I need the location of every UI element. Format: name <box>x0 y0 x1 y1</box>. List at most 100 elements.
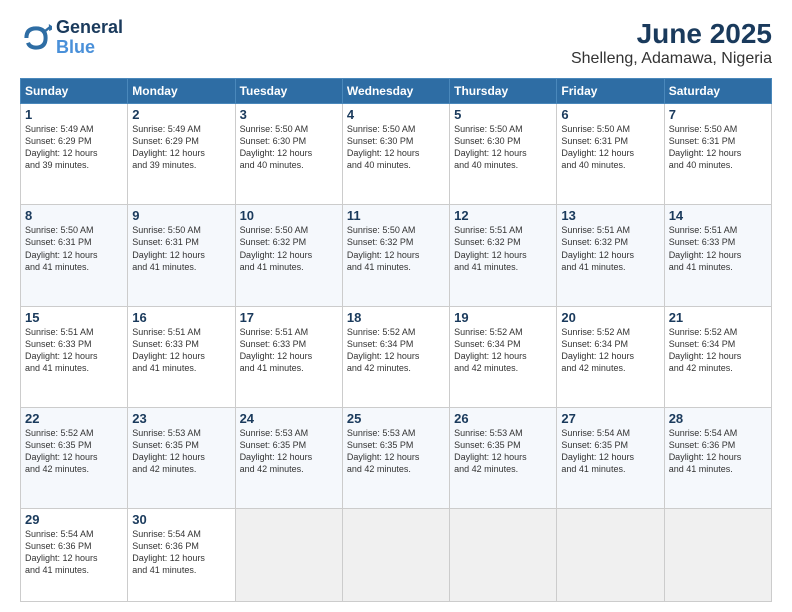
day-info: Sunrise: 5:50 AM Sunset: 6:31 PM Dayligh… <box>561 123 659 172</box>
calendar-cell: 2Sunrise: 5:49 AM Sunset: 6:29 PM Daylig… <box>128 104 235 205</box>
weekday-header-saturday: Saturday <box>664 79 771 104</box>
calendar-cell: 19Sunrise: 5:52 AM Sunset: 6:34 PM Dayli… <box>450 306 557 407</box>
day-number: 13 <box>561 208 659 223</box>
day-number: 7 <box>669 107 767 122</box>
day-info: Sunrise: 5:50 AM Sunset: 6:31 PM Dayligh… <box>132 224 230 273</box>
weekday-header-sunday: Sunday <box>21 79 128 104</box>
day-info: Sunrise: 5:53 AM Sunset: 6:35 PM Dayligh… <box>454 427 552 476</box>
calendar-cell: 16Sunrise: 5:51 AM Sunset: 6:33 PM Dayli… <box>128 306 235 407</box>
day-info: Sunrise: 5:52 AM Sunset: 6:34 PM Dayligh… <box>347 326 445 375</box>
calendar-cell: 14Sunrise: 5:51 AM Sunset: 6:33 PM Dayli… <box>664 205 771 306</box>
day-info: Sunrise: 5:54 AM Sunset: 6:36 PM Dayligh… <box>132 528 230 577</box>
calendar-cell: 17Sunrise: 5:51 AM Sunset: 6:33 PM Dayli… <box>235 306 342 407</box>
day-info: Sunrise: 5:51 AM Sunset: 6:32 PM Dayligh… <box>454 224 552 273</box>
day-number: 20 <box>561 310 659 325</box>
day-number: 15 <box>25 310 123 325</box>
calendar-cell: 6Sunrise: 5:50 AM Sunset: 6:31 PM Daylig… <box>557 104 664 205</box>
calendar-cell: 28Sunrise: 5:54 AM Sunset: 6:36 PM Dayli… <box>664 407 771 508</box>
day-number: 16 <box>132 310 230 325</box>
day-number: 3 <box>240 107 338 122</box>
calendar-cell: 7Sunrise: 5:50 AM Sunset: 6:31 PM Daylig… <box>664 104 771 205</box>
day-number: 22 <box>25 411 123 426</box>
calendar-cell: 8Sunrise: 5:50 AM Sunset: 6:31 PM Daylig… <box>21 205 128 306</box>
title-block: June 2025 Shelleng, Adamawa, Nigeria <box>571 18 772 68</box>
calendar-cell: 1Sunrise: 5:49 AM Sunset: 6:29 PM Daylig… <box>21 104 128 205</box>
logo-text: General Blue <box>56 18 123 58</box>
calendar-cell: 25Sunrise: 5:53 AM Sunset: 6:35 PM Dayli… <box>342 407 449 508</box>
calendar-cell <box>235 509 342 602</box>
day-number: 26 <box>454 411 552 426</box>
calendar-cell <box>450 509 557 602</box>
day-number: 25 <box>347 411 445 426</box>
day-number: 17 <box>240 310 338 325</box>
calendar-cell: 12Sunrise: 5:51 AM Sunset: 6:32 PM Dayli… <box>450 205 557 306</box>
day-number: 11 <box>347 208 445 223</box>
day-info: Sunrise: 5:49 AM Sunset: 6:29 PM Dayligh… <box>132 123 230 172</box>
day-info: Sunrise: 5:51 AM Sunset: 6:33 PM Dayligh… <box>669 224 767 273</box>
day-info: Sunrise: 5:50 AM Sunset: 6:30 PM Dayligh… <box>240 123 338 172</box>
day-info: Sunrise: 5:51 AM Sunset: 6:33 PM Dayligh… <box>25 326 123 375</box>
day-number: 1 <box>25 107 123 122</box>
day-info: Sunrise: 5:50 AM Sunset: 6:30 PM Dayligh… <box>454 123 552 172</box>
day-info: Sunrise: 5:51 AM Sunset: 6:33 PM Dayligh… <box>132 326 230 375</box>
day-info: Sunrise: 5:53 AM Sunset: 6:35 PM Dayligh… <box>347 427 445 476</box>
calendar-cell: 26Sunrise: 5:53 AM Sunset: 6:35 PM Dayli… <box>450 407 557 508</box>
week-row-1: 1 Sunrise: 5:49 AM Sunset: 6:29 PM Daylig… <box>21 104 772 205</box>
day-number: 23 <box>132 411 230 426</box>
calendar-cell: 29Sunrise: 5:54 AM Sunset: 6:36 PM Dayli… <box>21 509 128 602</box>
day-info: Sunrise: 5:53 AM Sunset: 6:35 PM Dayligh… <box>240 427 338 476</box>
week-row-3: 15Sunrise: 5:51 AM Sunset: 6:33 PM Dayli… <box>21 306 772 407</box>
day-number: 27 <box>561 411 659 426</box>
day-number: 21 <box>669 310 767 325</box>
day-info: Sunrise: 5:52 AM Sunset: 6:34 PM Dayligh… <box>561 326 659 375</box>
day-info: Sunrise: 5:52 AM Sunset: 6:34 PM Dayligh… <box>669 326 767 375</box>
calendar-cell: 15Sunrise: 5:51 AM Sunset: 6:33 PM Dayli… <box>21 306 128 407</box>
day-number: 12 <box>454 208 552 223</box>
day-info: Sunrise: 5:54 AM Sunset: 6:36 PM Dayligh… <box>669 427 767 476</box>
day-info: Sunrise: 5:54 AM Sunset: 6:35 PM Dayligh… <box>561 427 659 476</box>
calendar-cell: 30Sunrise: 5:54 AM Sunset: 6:36 PM Dayli… <box>128 509 235 602</box>
calendar-cell <box>664 509 771 602</box>
day-number: 14 <box>669 208 767 223</box>
day-info: Sunrise: 5:52 AM Sunset: 6:34 PM Dayligh… <box>454 326 552 375</box>
calendar-cell: 23Sunrise: 5:53 AM Sunset: 6:35 PM Dayli… <box>128 407 235 508</box>
calendar-title: June 2025 <box>571 18 772 50</box>
day-number: 24 <box>240 411 338 426</box>
day-info: Sunrise: 5:50 AM Sunset: 6:31 PM Dayligh… <box>25 224 123 273</box>
day-number: 29 <box>25 512 123 527</box>
weekday-header-tuesday: Tuesday <box>235 79 342 104</box>
week-row-4: 22Sunrise: 5:52 AM Sunset: 6:35 PM Dayli… <box>21 407 772 508</box>
week-row-2: 8Sunrise: 5:50 AM Sunset: 6:31 PM Daylig… <box>21 205 772 306</box>
header: General Blue June 2025 Shelleng, Adamawa… <box>20 18 772 68</box>
calendar-cell: 9Sunrise: 5:50 AM Sunset: 6:31 PM Daylig… <box>128 205 235 306</box>
day-info: Sunrise: 5:50 AM Sunset: 6:30 PM Dayligh… <box>347 123 445 172</box>
day-number: 2 <box>132 107 230 122</box>
calendar-subtitle: Shelleng, Adamawa, Nigeria <box>571 50 772 68</box>
day-number: 10 <box>240 208 338 223</box>
day-number: 5 <box>454 107 552 122</box>
weekday-header-wednesday: Wednesday <box>342 79 449 104</box>
logo: General Blue <box>20 18 123 58</box>
calendar-cell: 22Sunrise: 5:52 AM Sunset: 6:35 PM Dayli… <box>21 407 128 508</box>
logo-line2: Blue <box>56 38 123 58</box>
page: General Blue June 2025 Shelleng, Adamawa… <box>0 0 792 612</box>
day-info: Sunrise: 5:50 AM Sunset: 6:32 PM Dayligh… <box>240 224 338 273</box>
weekday-header-monday: Monday <box>128 79 235 104</box>
day-info: Sunrise: 5:54 AM Sunset: 6:36 PM Dayligh… <box>25 528 123 577</box>
calendar-cell: 24Sunrise: 5:53 AM Sunset: 6:35 PM Dayli… <box>235 407 342 508</box>
day-info: Sunrise: 5:50 AM Sunset: 6:31 PM Dayligh… <box>669 123 767 172</box>
day-info: Sunrise: 5:52 AM Sunset: 6:35 PM Dayligh… <box>25 427 123 476</box>
day-number: 8 <box>25 208 123 223</box>
day-info: Sunrise: 5:51 AM Sunset: 6:32 PM Dayligh… <box>561 224 659 273</box>
calendar-cell: 27Sunrise: 5:54 AM Sunset: 6:35 PM Dayli… <box>557 407 664 508</box>
day-number: 18 <box>347 310 445 325</box>
calendar-cell: 10Sunrise: 5:50 AM Sunset: 6:32 PM Dayli… <box>235 205 342 306</box>
day-number: 9 <box>132 208 230 223</box>
day-info: Sunrise: 5:50 AM Sunset: 6:32 PM Dayligh… <box>347 224 445 273</box>
day-number: 6 <box>561 107 659 122</box>
day-number: 30 <box>132 512 230 527</box>
calendar-cell: 13Sunrise: 5:51 AM Sunset: 6:32 PM Dayli… <box>557 205 664 306</box>
calendar-cell: 11Sunrise: 5:50 AM Sunset: 6:32 PM Dayli… <box>342 205 449 306</box>
calendar-cell: 18Sunrise: 5:52 AM Sunset: 6:34 PM Dayli… <box>342 306 449 407</box>
day-number: 28 <box>669 411 767 426</box>
